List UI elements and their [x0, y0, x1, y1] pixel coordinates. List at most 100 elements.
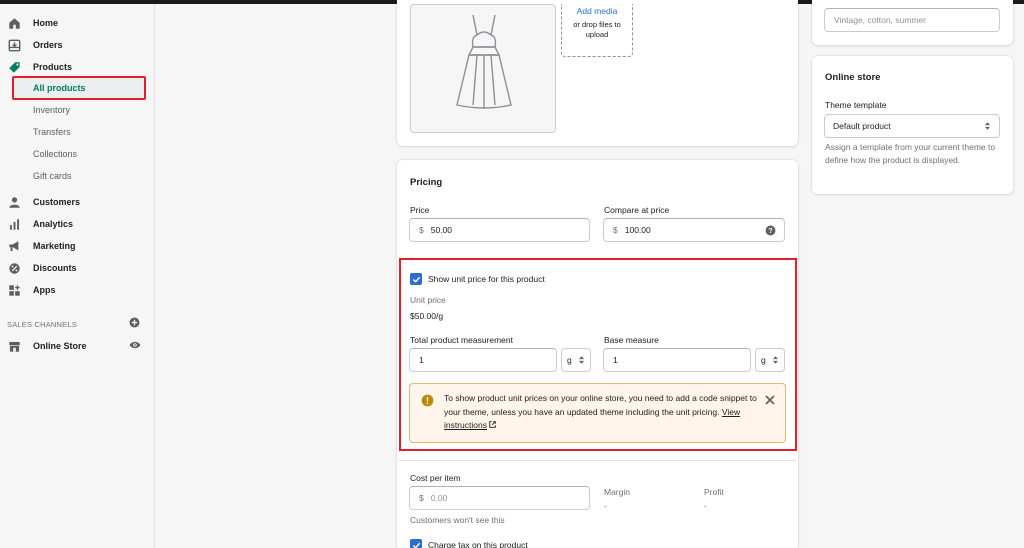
unit-price-label: Unit price	[410, 295, 446, 305]
price-value: 50.00	[430, 225, 453, 235]
cost-placeholder: 0.00	[430, 493, 448, 503]
sidebar-subitem-inventory[interactable]: Inventory	[33, 102, 70, 118]
base-measure-label: Base measure	[604, 335, 659, 345]
sidebar-item-label: Orders	[33, 40, 63, 50]
sidebar-item-label: Customers	[33, 197, 81, 207]
sidebar-subitem-collections[interactable]: Collections	[33, 146, 77, 162]
sidebar-item-label: Analytics	[33, 219, 74, 229]
sidebar-item-online-store[interactable]: Online Store	[8, 337, 87, 355]
external-link-icon	[489, 421, 497, 428]
view-store-eye-icon[interactable]	[129, 340, 141, 350]
unit-price-value: $50.00/g	[410, 311, 444, 321]
compare-price-value: 100.00	[624, 225, 651, 235]
cost-per-item-input[interactable]: $ 0.00	[409, 486, 590, 510]
sidebar-item-label: Discounts	[33, 263, 77, 273]
sidebar-item-apps[interactable]: Apps	[8, 281, 56, 299]
warning-icon	[421, 394, 434, 407]
tag-icon	[9, 61, 20, 73]
compare-price-input[interactable]: $ 100.00 ?	[603, 218, 785, 242]
charge-tax-label: Charge tax on this product	[428, 540, 528, 548]
currency-prefix: $	[419, 225, 424, 235]
checkmark-icon	[412, 276, 420, 283]
price-label: Price	[410, 205, 430, 215]
margin-value: -	[604, 501, 607, 511]
discount-icon	[9, 262, 20, 274]
add-media-link[interactable]: Add media	[562, 6, 632, 16]
close-icon[interactable]	[765, 395, 775, 405]
total-measurement-label: Total product measurement	[410, 335, 513, 345]
sidebar-subitem-label: All products	[33, 83, 86, 93]
media-drop-zone[interactable]: Add media or drop files to upload	[561, 4, 633, 57]
checkmark-icon	[412, 542, 420, 548]
theme-template-select[interactable]: Default product	[824, 114, 1000, 138]
home-icon	[9, 17, 20, 29]
sidebar-item-label: Apps	[33, 285, 56, 295]
dress-image-icon	[456, 14, 512, 109]
theme-template-help: Assign a template from your current them…	[825, 142, 996, 165]
select-arrows-icon	[985, 122, 990, 130]
help-question-icon[interactable]: ?	[765, 225, 776, 236]
sidebar: Home Orders Products All products Invent…	[0, 4, 155, 548]
charge-tax-checkbox[interactable]	[410, 539, 422, 548]
profit-value: -	[704, 501, 707, 511]
sidebar-item-products[interactable]: Products	[8, 58, 72, 76]
sidebar-subitem-all-products[interactable]: All products	[12, 76, 146, 100]
bar-chart-icon	[9, 218, 20, 230]
customer-icon	[9, 196, 20, 208]
online-store-title: Online store	[825, 72, 881, 83]
unit-value: g	[567, 355, 572, 365]
sidebar-item-label: Marketing	[33, 241, 76, 251]
price-input[interactable]: $ 50.00	[409, 218, 590, 242]
orders-icon	[8, 39, 21, 51]
show-unit-price-label: Show unit price for this product	[428, 274, 545, 284]
sidebar-item-orders[interactable]: Orders	[8, 36, 63, 54]
sidebar-item-label: Home	[33, 18, 59, 28]
unit-price-warning-banner: To show product unit prices on your onli…	[409, 383, 786, 443]
total-measurement-unit-select[interactable]: g	[561, 348, 591, 372]
show-unit-price-checkbox[interactable]	[410, 273, 422, 285]
sidebar-item-label: Products	[33, 62, 73, 72]
sales-channels-heading: SALES CHANNELS	[7, 320, 77, 329]
banner-message-text: To show product unit prices on your onli…	[444, 393, 757, 417]
base-measure-unit-select[interactable]: g	[755, 348, 785, 372]
drop-files-hint: or drop files to upload	[573, 20, 621, 39]
sidebar-item-discounts[interactable]: Discounts	[8, 259, 77, 277]
sidebar-subitem-label: Collections	[33, 149, 78, 159]
select-arrows-icon	[773, 356, 778, 364]
sidebar-subitem-gift-cards[interactable]: Gift cards	[33, 168, 72, 184]
sidebar-item-marketing[interactable]: Marketing	[8, 237, 76, 255]
store-icon	[9, 341, 20, 352]
tags-placeholder: Vintage, cotton, summer	[834, 15, 926, 25]
compare-price-label: Compare at price	[604, 205, 670, 215]
total-measurement-input[interactable]: 1	[409, 348, 557, 372]
product-image[interactable]	[410, 4, 556, 133]
sidebar-item-label: Online Store	[33, 341, 87, 351]
cost-per-item-label: Cost per item	[410, 473, 461, 483]
pricing-title: Pricing	[410, 177, 443, 188]
base-measure-input[interactable]: 1	[603, 348, 751, 372]
total-measurement-value: 1	[419, 355, 424, 365]
banner-message: To show product unit prices on your onli…	[444, 392, 762, 433]
sidebar-item-analytics[interactable]: Analytics	[8, 215, 73, 233]
currency-prefix: $	[613, 225, 618, 235]
currency-prefix: $	[419, 493, 424, 503]
sidebar-subitem-transfers[interactable]: Transfers	[33, 124, 71, 140]
profit-label: Profit	[704, 487, 724, 497]
add-channel-plus-icon[interactable]	[129, 317, 140, 328]
sidebar-subitem-label: Transfers	[33, 127, 71, 137]
base-measure-value: 1	[613, 355, 618, 365]
svg-text:?: ?	[768, 227, 772, 235]
select-arrows-icon	[579, 356, 584, 364]
apps-icon	[9, 284, 20, 296]
sidebar-item-home[interactable]: Home	[8, 14, 58, 32]
section-divider	[398, 460, 797, 461]
sidebar-subitem-label: Inventory	[33, 105, 71, 115]
sidebar-item-customers[interactable]: Customers	[8, 193, 80, 211]
sidebar-subitem-label: Gift cards	[33, 171, 72, 181]
cost-help-text: Customers won't see this	[410, 515, 505, 525]
theme-template-label: Theme template	[825, 100, 887, 110]
theme-template-value: Default product	[833, 121, 891, 131]
tags-input[interactable]: Vintage, cotton, summer	[824, 8, 1000, 32]
unit-value: g	[761, 355, 766, 365]
margin-label: Margin	[604, 487, 630, 497]
